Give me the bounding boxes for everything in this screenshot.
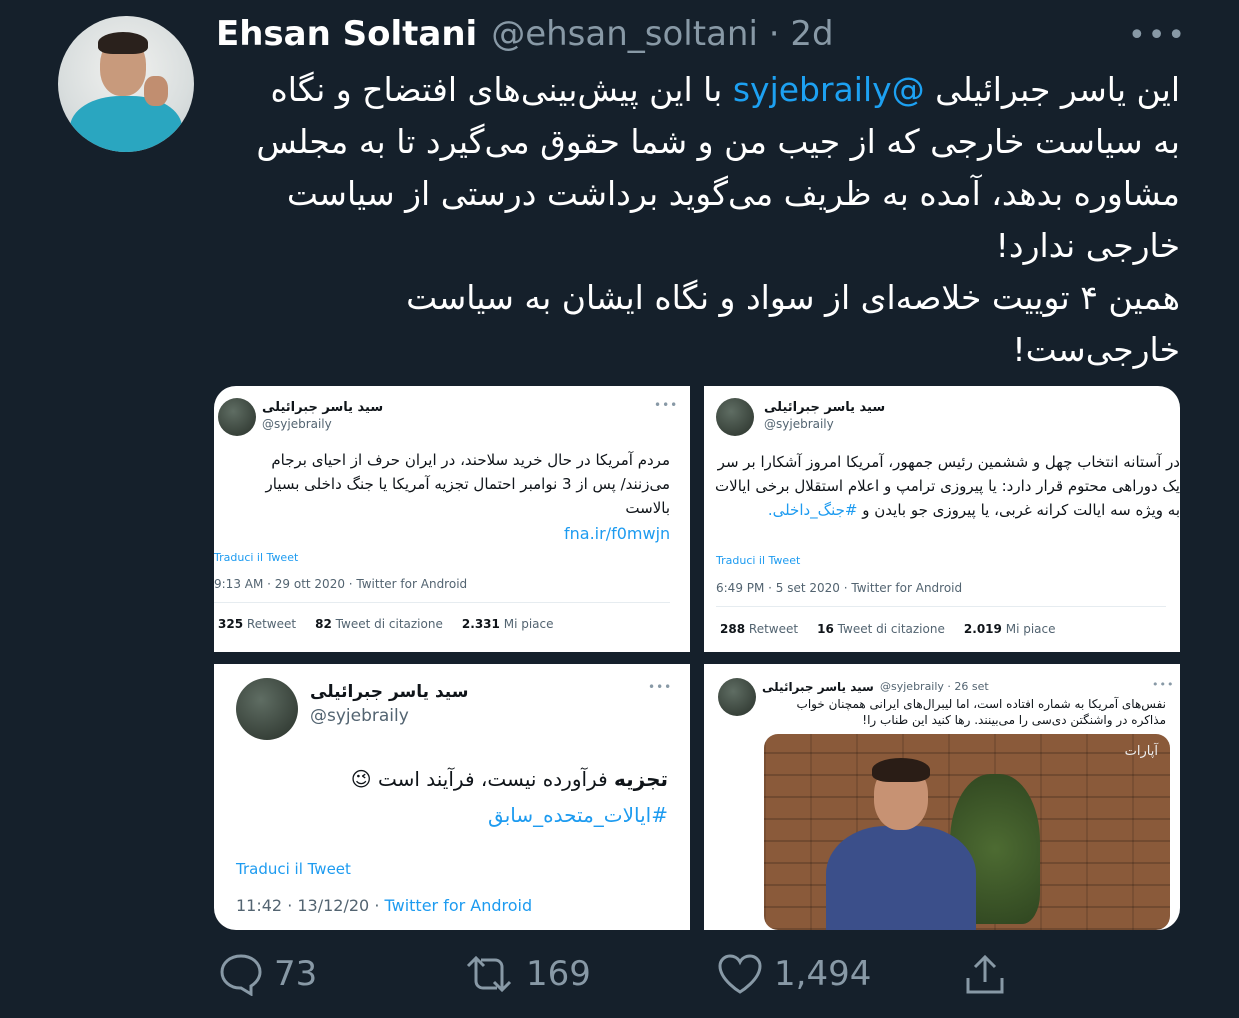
retweet-count: 169	[526, 954, 591, 994]
screenshot-tweet-2[interactable]: سید یاسر جبرائیلی @syjebraily در آستانه …	[704, 386, 1180, 652]
mini-text: مردم آمریکا در حال خرید سلاحند، در ایران…	[265, 451, 670, 517]
mini-text: در آستانه انتخاب چهل و ششمین رئیس جمهور،…	[715, 453, 1180, 519]
photo-person-body	[826, 826, 976, 930]
mini-link: fna.ir/f0mwjn	[564, 524, 671, 543]
mini-name: سید یاسر جبرائیلی	[310, 682, 469, 702]
mini-avatar	[236, 678, 298, 740]
like-icon	[716, 952, 764, 996]
mini-stats: 288 Retweet 16 Tweet di citazione 2.019 …	[720, 622, 1056, 636]
author-handle-time[interactable]: @ehsan_soltani · 2d	[491, 14, 833, 54]
photo-person-hair	[872, 758, 930, 782]
more-options-icon: •••	[654, 398, 679, 412]
mini-avatar	[718, 678, 756, 716]
translate-link: Traduci il Tweet	[236, 860, 351, 878]
share-button[interactable]	[962, 952, 1008, 998]
divider	[716, 606, 1166, 607]
retweet-icon	[462, 952, 516, 996]
like-button[interactable]: 1,494	[716, 952, 871, 996]
reply-icon	[218, 952, 264, 996]
mini-text: تجزیه فرآورده نیست، فرآیند است 😉	[350, 767, 668, 791]
more-options-icon: •••	[648, 680, 673, 694]
mini-name: سید یاسر جبرائیلی	[764, 400, 886, 415]
translate-link: Traduci il Tweet	[214, 551, 299, 564]
screenshot-tweet-3[interactable]: سید یاسر جبرائیلی @syjebraily ••• تجزیه …	[214, 664, 690, 930]
mini-name: سید یاسر جبرائیلی	[762, 680, 874, 694]
reply-button[interactable]: 73	[218, 952, 317, 996]
mini-handle: @syjebraily	[310, 706, 409, 726]
screenshot-tweet-4[interactable]: سید یاسر جبرائیلی @syjebraily · 26 set •…	[704, 664, 1180, 930]
retweet-button[interactable]: 169	[462, 952, 591, 996]
mini-avatar	[218, 398, 256, 436]
mini-hashtag: #ایالات_متحده_سابق	[488, 803, 668, 827]
translate-link: Traduci il Tweet	[716, 554, 801, 567]
mini-meta: 11:42 · 13/12/20 · Twitter for Android	[236, 896, 533, 915]
mini-name: سید یاسر جبرائیلی	[262, 400, 384, 415]
mention-link[interactable]: @syjebraily	[733, 70, 925, 109]
mini-avatar	[716, 398, 754, 436]
like-count: 1,494	[774, 954, 872, 994]
mini-stats: 325 Retweet 82 Tweet di citazione 2.331 …	[218, 617, 554, 631]
aparat-watermark: آپارات	[1124, 744, 1158, 759]
mini-handle: @syjebraily	[764, 417, 834, 431]
mini-text: نفس‌های آمریکا به شماره افتاده است، اما …	[796, 697, 1166, 727]
tweet-actions: 73 169 1,494	[0, 952, 1239, 1002]
tweet-header: Ehsan Soltani @ehsan_soltani · 2d	[216, 14, 834, 58]
tweet-text-part: این یاسر جبرائیلی	[924, 70, 1180, 109]
screenshot-tweet-1[interactable]: سید یاسر جبرائیلی @syjebraily ••• مردم آ…	[214, 386, 690, 652]
author-name[interactable]: Ehsan Soltani	[216, 14, 477, 54]
mini-handle: @syjebraily · 26 set	[880, 680, 989, 693]
more-options-icon[interactable]: •••	[1128, 18, 1187, 53]
tweet-text: این یاسر جبرائیلی @syjebraily با این پیش…	[240, 64, 1180, 376]
avatar-hand	[144, 76, 168, 106]
tweet-text-part: همین ۴ توییت خلاصه‌ای از سواد و نگاه ایش…	[406, 278, 1180, 369]
mini-meta: 6:49 PM · 5 set 2020 · Twitter for Andro…	[716, 581, 963, 595]
video-thumbnail: آپارات	[764, 734, 1170, 930]
avatar-hair	[98, 32, 148, 54]
avatar-shirt	[70, 96, 182, 152]
reply-count: 73	[274, 954, 318, 994]
more-options-icon: •••	[1152, 678, 1175, 691]
mini-meta: 9:13 AM · 29 ott 2020 · Twitter for Andr…	[214, 577, 468, 591]
media-grid[interactable]: سید یاسر جبرائیلی @syjebraily ••• مردم آ…	[214, 386, 1180, 930]
share-icon	[962, 952, 1008, 998]
author-avatar[interactable]	[58, 16, 194, 152]
mini-handle: @syjebraily	[262, 417, 332, 431]
divider	[214, 602, 670, 603]
